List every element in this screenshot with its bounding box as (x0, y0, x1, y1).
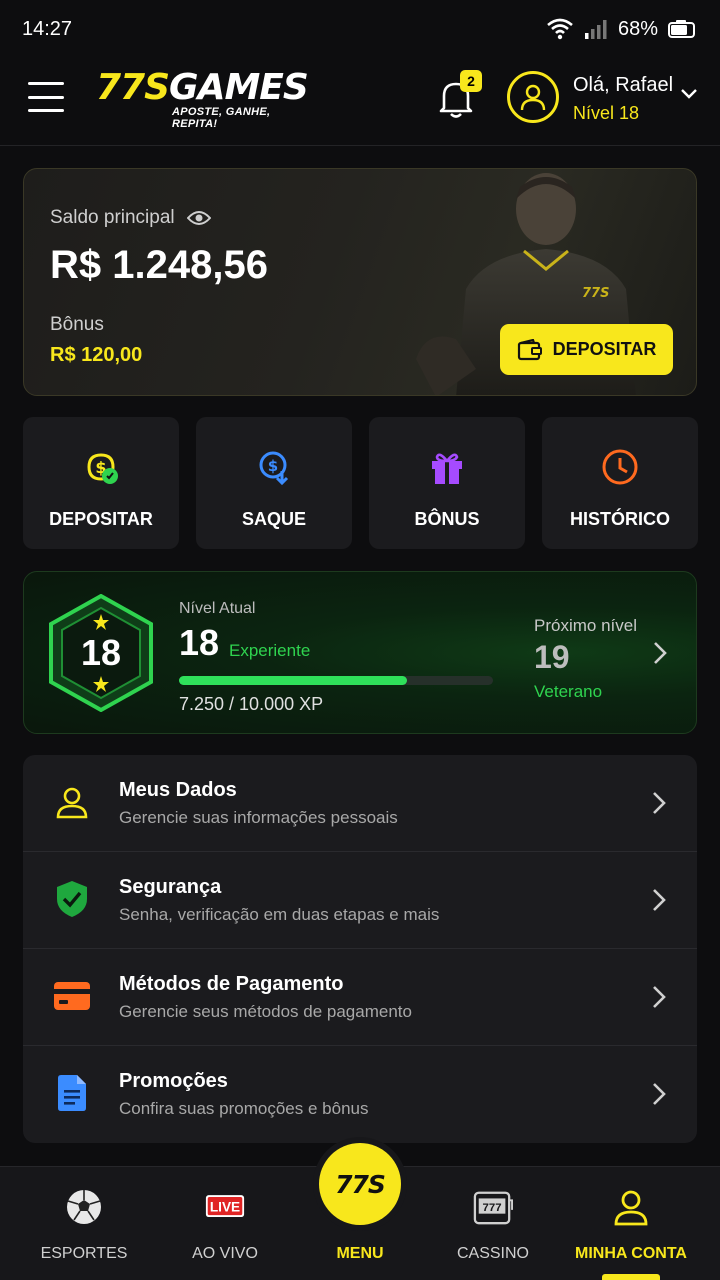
nav-sports[interactable]: ESPORTES (14, 1167, 154, 1280)
menu-item-title: Meus Dados (119, 779, 237, 801)
quick-action-history[interactable]: HISTÓRICO (542, 417, 698, 549)
quick-action-label: SAQUE (241, 509, 306, 529)
chevron-right-icon (653, 986, 666, 1008)
soccer-ball-icon (67, 1190, 101, 1224)
menu-item-security[interactable]: Segurança Senha, verificação em duas eta… (23, 852, 697, 949)
menu-item-payment-methods[interactable]: Métodos de Pagamento Gerencie seus métod… (23, 949, 697, 1046)
balance-label-text: Saldo principal (50, 207, 175, 228)
bonus-label: Bônus (50, 314, 104, 335)
nav-my-account[interactable]: MINHA CONTA (561, 1167, 701, 1280)
nav-label: AO VIVO (192, 1245, 258, 1262)
hamburger-menu-icon[interactable] (28, 82, 64, 112)
current-level-tag: Experiente (229, 641, 311, 660)
menu-item-subtitle: Gerencie suas informações pessoais (119, 808, 398, 827)
battery-icon (668, 20, 695, 38)
level-badge-number: 18 (81, 632, 121, 673)
quick-action-label: HISTÓRICO (569, 509, 670, 529)
status-time: 14:27 (22, 17, 73, 40)
logo-77s: 77S (96, 67, 170, 108)
user-level: Nível 18 (573, 103, 640, 123)
money-deposit-icon: $ (87, 453, 118, 484)
current-level-caption: Nível Atual (179, 600, 256, 617)
user-icon (520, 84, 546, 111)
logo-tagline: APOSTE, GANHE, REPITA! (172, 106, 271, 130)
next-level-number: 19 (534, 639, 570, 675)
quick-action-label: DEPOSITAR (49, 509, 153, 529)
xp-text: 7.250 / 10.000 XP (179, 694, 324, 714)
quick-action-deposit[interactable]: $ DEPOSITAR (23, 417, 179, 549)
user-icon (614, 1190, 648, 1226)
balance-card: 77S Saldo principal R$ 1.248,56 Bônus R$… (23, 168, 697, 396)
chevron-down-icon[interactable] (680, 88, 698, 100)
menu-item-title: Segurança (119, 876, 222, 898)
status-icons: 68% (546, 18, 698, 41)
slot-icon-text: 777 (483, 1202, 502, 1214)
nav-label: CASSINO (456, 1245, 529, 1262)
gift-icon (432, 453, 462, 484)
clock-icon (602, 449, 638, 485)
chevron-right-icon[interactable] (652, 640, 668, 666)
wifi-icon (547, 18, 573, 40)
current-level-number: 18 (179, 622, 220, 663)
brand-logo[interactable]: 77SGAMES APOSTE, GANHE, REPITA! (96, 67, 309, 131)
menu-item-my-data[interactable]: Meus Dados Gerencie suas informações pes… (23, 755, 697, 852)
active-tab-indicator (602, 1274, 660, 1280)
eye-icon[interactable] (186, 210, 211, 226)
nav-casino[interactable]: 777 CASSINO (423, 1167, 563, 1280)
avatar[interactable] (507, 71, 559, 123)
level-card[interactable]: 18 Nível Atual 18 Experiente 7.250 / 10.… (23, 571, 697, 734)
quick-action-withdraw[interactable]: $ SAQUE (196, 417, 352, 549)
menu-item-title: Promoções (119, 1070, 228, 1092)
balance-value: R$ 1.248,56 (50, 243, 268, 287)
logo-icon: 77S (335, 1169, 386, 1199)
chevron-right-icon (653, 889, 666, 911)
nav-label: MENU (336, 1245, 384, 1262)
next-level-caption: Próximo nível (534, 616, 637, 635)
wallet-icon (517, 338, 542, 360)
nav-live[interactable]: LIVE AO VIVO (155, 1167, 295, 1280)
slot-machine-icon: 777 (473, 1191, 513, 1225)
xp-progress-fill (179, 676, 407, 685)
menu-item-subtitle: Senha, verificação em duas etapas e mais (119, 905, 440, 924)
withdraw-icon: $ (259, 451, 289, 486)
notification-badge: 2 (460, 70, 482, 92)
menu-item-title: Métodos de Pagamento (119, 973, 344, 995)
logo-games: GAMES (169, 67, 309, 108)
document-icon (58, 1075, 86, 1111)
status-bar: 14:27 68% (0, 0, 720, 58)
nav-label: MINHA CONTA (575, 1245, 687, 1262)
user-icon (56, 787, 88, 819)
quick-action-label: BÔNUS (414, 509, 480, 529)
battery-percent: 68% (617, 17, 658, 40)
shield-check-icon (57, 881, 87, 917)
credit-card-icon (54, 982, 90, 1010)
xp-progress-bar (179, 676, 493, 685)
menu-item-promotions[interactable]: Promoções Confira suas promoções e bônus (23, 1046, 697, 1143)
chevron-right-icon (653, 792, 666, 814)
svg-text:77S: 77S (582, 286, 609, 301)
deposit-button-label: DEPOSITAR (552, 339, 657, 359)
live-icon: LIVE (205, 1195, 245, 1217)
live-icon-text: LIVE (210, 1200, 240, 1215)
next-level-tag: Veterano (534, 682, 603, 701)
balance-label: Saldo principal (50, 207, 211, 229)
chevron-right-icon (653, 1083, 666, 1105)
account-menu: Meus Dados Gerencie suas informações pes… (23, 755, 697, 1143)
bonus-value: R$ 120,00 (50, 344, 143, 366)
app-header: 77SGAMES APOSTE, GANHE, REPITA! 2 Olá, R… (0, 58, 720, 146)
signal-icon (584, 20, 607, 39)
svg-text:$: $ (268, 457, 278, 475)
menu-item-subtitle: Confira suas promoções e bônus (119, 1099, 369, 1118)
user-greeting[interactable]: Olá, Rafael (573, 74, 673, 97)
menu-logo-button[interactable]: 77S (319, 1143, 401, 1225)
level-badge: 18 (49, 594, 153, 712)
quick-action-bonus[interactable]: BÔNUS (369, 417, 525, 549)
nav-label: ESPORTES (40, 1245, 128, 1262)
menu-item-subtitle: Gerencie seus métodos de pagamento (119, 1002, 412, 1021)
deposit-button[interactable]: DEPOSITAR (500, 324, 673, 375)
